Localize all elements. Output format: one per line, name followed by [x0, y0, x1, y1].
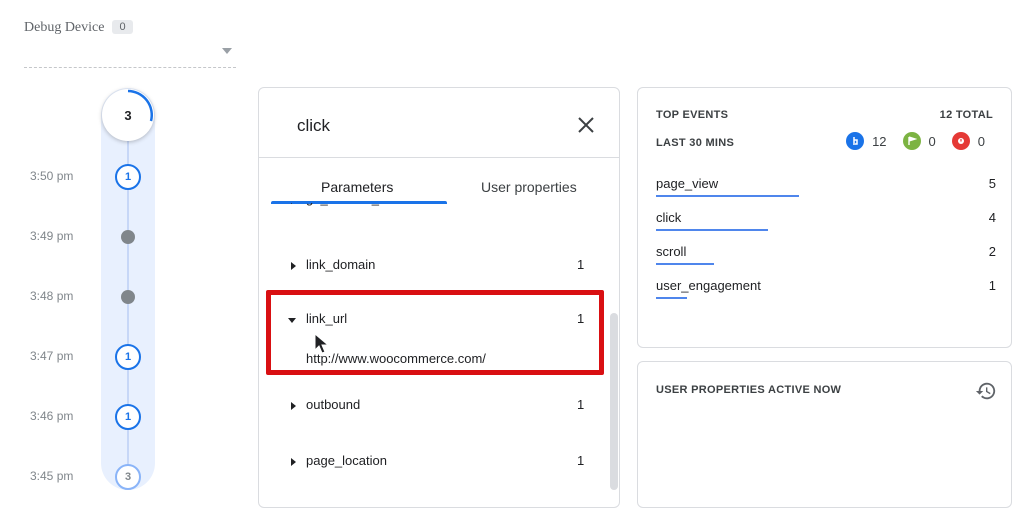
- parameter-name: page_location: [306, 453, 387, 468]
- top-event-row[interactable]: scroll 2: [656, 244, 996, 276]
- top-events-card: TOP EVENTS 12 TOTAL LAST 30 MINS 12 0 0 …: [637, 87, 1012, 348]
- top-event-bar: [656, 229, 768, 231]
- top-events-total: 12 TOTAL: [939, 109, 993, 121]
- debug-device-dropdown[interactable]: [24, 42, 236, 68]
- timeline-event-count[interactable]: 1: [115, 404, 141, 430]
- timeline-time: 3:45 pm: [30, 469, 74, 483]
- dropdown-caret-icon: [222, 48, 232, 54]
- timeline-dot[interactable]: [121, 230, 135, 244]
- parameter-row[interactable]: ga_session_number 1: [259, 203, 606, 215]
- timeline-row[interactable]: 3:49 pm: [0, 222, 160, 252]
- timeline-event-count[interactable]: 3: [115, 464, 141, 490]
- top-event-bar: [656, 263, 714, 265]
- flag-icon: [902, 132, 921, 150]
- top-event-name: user_engagement: [656, 278, 761, 293]
- close-icon[interactable]: [575, 114, 597, 136]
- user-properties-title: USER PROPERTIES ACTIVE NOW: [656, 384, 842, 396]
- timeline-time: 3:48 pm: [30, 289, 74, 303]
- tab-parameters[interactable]: Parameters: [321, 179, 393, 195]
- timeline-row[interactable]: 3:47 pm 1: [0, 342, 160, 372]
- parameter-name: ga_session_number: [306, 203, 423, 206]
- top-event-count: 2: [988, 244, 996, 259]
- timeline-time: 3:46 pm: [30, 409, 74, 423]
- conversion-count: 0: [928, 133, 936, 149]
- mouse-cursor-icon: [314, 333, 330, 354]
- expand-more-icon[interactable]: [291, 402, 296, 410]
- user-properties-card: USER PROPERTIES ACTIVE NOW: [637, 361, 1012, 508]
- top-event-bar: [656, 195, 799, 197]
- top-event-bar: [656, 297, 687, 299]
- touch-count: 12: [872, 133, 887, 149]
- timeline-time: 3:47 pm: [30, 349, 74, 363]
- parameter-name: link_domain: [306, 257, 376, 272]
- timeline-time: 3:50 pm: [30, 169, 74, 183]
- top-event-row[interactable]: click 4: [656, 210, 996, 242]
- expand-more-icon[interactable]: [291, 203, 296, 204]
- parameter-count: 1: [577, 453, 585, 468]
- timeline-progress-arc: [127, 89, 153, 122]
- parameter-count: 1: [577, 203, 584, 206]
- parameter-tabs: Parameters User properties: [259, 157, 619, 204]
- tab-user-properties[interactable]: User properties: [481, 179, 577, 195]
- expand-more-icon[interactable]: [291, 262, 296, 270]
- parameter-name: page_title: [306, 507, 362, 508]
- debug-device-count-badge: 0: [112, 20, 133, 34]
- top-event-name: click: [656, 210, 682, 225]
- parameter-name: outbound: [306, 397, 361, 412]
- top-event-count: 4: [988, 210, 996, 225]
- debug-device-label: Debug Device: [24, 20, 105, 35]
- top-event-count: 1: [988, 278, 996, 293]
- error-count: 0: [977, 133, 985, 149]
- parameter-row[interactable]: link_domain 1: [259, 251, 606, 281]
- timeline-event-count[interactable]: 1: [115, 344, 141, 370]
- timeline-dot[interactable]: [121, 290, 135, 304]
- parameter-row[interactable]: page_title: [259, 501, 606, 508]
- top-events-timeframe: LAST 30 MINS: [656, 137, 735, 149]
- timeline-row[interactable]: 3:45 pm 3: [0, 462, 160, 492]
- timeline-row[interactable]: 3:46 pm 1: [0, 402, 160, 432]
- timeline-event-count[interactable]: 1: [115, 164, 141, 190]
- top-event-name: page_view: [656, 176, 719, 191]
- top-events-title: TOP EVENTS: [656, 109, 729, 121]
- scrollbar-thumb[interactable]: [610, 313, 618, 490]
- top-event-row[interactable]: page_view 5: [656, 176, 996, 208]
- event-title: click: [297, 116, 331, 135]
- timeline-time: 3:49 pm: [30, 229, 74, 243]
- expand-more-icon[interactable]: [291, 458, 296, 466]
- parameter-row[interactable]: page_location 1: [259, 447, 606, 477]
- parameter-count: 1: [577, 257, 585, 272]
- debug-device-header: Debug Device 0: [24, 18, 133, 36]
- touch-icon: [846, 132, 865, 150]
- parameter-count: 1: [577, 397, 585, 412]
- event-type-stats: 12 0 0: [846, 132, 985, 150]
- top-event-name: scroll: [656, 244, 687, 259]
- timeline-row[interactable]: 3:50 pm 1: [0, 162, 160, 192]
- history-icon[interactable]: [975, 380, 997, 402]
- timeline-row[interactable]: 3:48 pm: [0, 282, 160, 312]
- error-icon: [951, 132, 970, 150]
- top-event-row[interactable]: user_engagement 1: [656, 278, 996, 310]
- parameter-row[interactable]: outbound 1: [259, 391, 606, 421]
- parameter-scrollbar[interactable]: [609, 203, 619, 507]
- top-event-count: 5: [988, 176, 996, 191]
